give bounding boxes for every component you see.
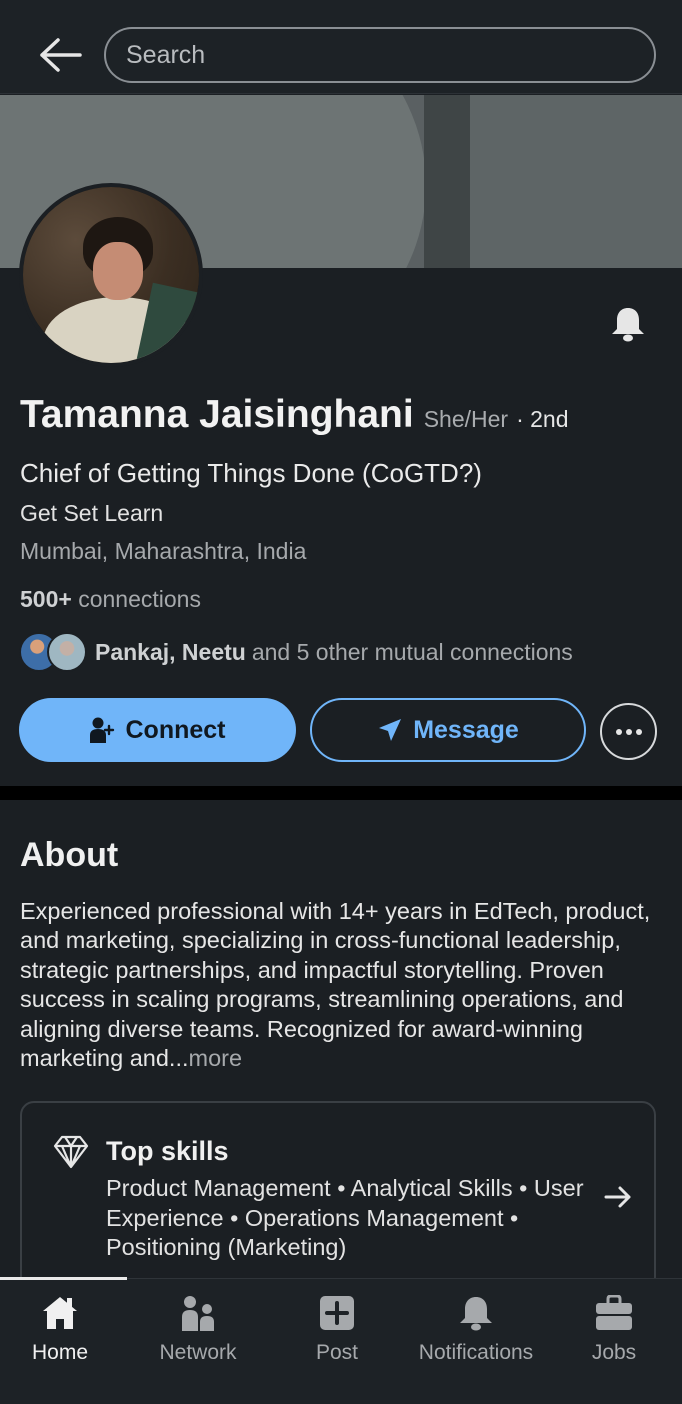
mutual-names: Pankaj, Neetu <box>95 638 246 665</box>
back-arrow-icon[interactable] <box>38 36 84 74</box>
arrow-right-icon[interactable] <box>602 1181 634 1213</box>
message-button[interactable]: Message <box>310 698 586 762</box>
notifications-icon <box>456 1293 496 1333</box>
nav-label-post: Post <box>315 1341 359 1364</box>
nav-jobs[interactable]: Jobs <box>546 1279 682 1379</box>
connect-button[interactable]: Connect <box>19 698 296 762</box>
connection-degree: · 2nd <box>516 406 569 432</box>
search-input[interactable] <box>104 27 656 83</box>
nav-post[interactable]: Post <box>269 1279 405 1379</box>
more-options-button[interactable] <box>600 703 657 760</box>
profile-name: Tamanna Jaisinghani <box>20 393 414 436</box>
profile-location: Mumbai, Maharashtra, India <box>20 538 307 564</box>
top-skills-card[interactable]: Top skills Product Management • Analytic… <box>20 1101 656 1291</box>
profile-company[interactable]: Get Set Learn <box>20 500 163 527</box>
connections-label: connections <box>78 586 201 612</box>
name-row: Tamanna Jaisinghani She/Her · 2nd <box>20 393 569 443</box>
ellipsis-icon <box>615 728 642 735</box>
section-divider <box>0 786 682 800</box>
profile-pronouns: She/Her <box>423 406 509 432</box>
nav-notifications[interactable]: Notifications <box>408 1279 544 1379</box>
mutual-connections[interactable]: Pankaj, Neetu and 5 other mutual connect… <box>19 630 573 674</box>
jobs-icon <box>594 1293 634 1333</box>
add-person-icon <box>89 716 116 744</box>
post-icon <box>317 1293 357 1333</box>
connections-count[interactable]: 500+ connections <box>20 586 201 613</box>
profile-headline: Chief of Getting Things Done (CoGTD?) <box>20 458 482 488</box>
mutual-avatar <box>47 632 87 672</box>
top-skills-list: Product Management • Analytical Skills •… <box>106 1175 584 1260</box>
nav-label-home: Home <box>31 1341 89 1364</box>
nav-home[interactable]: Home <box>0 1279 128 1379</box>
about-text: Experienced professional with 14+ years … <box>20 897 670 1073</box>
home-icon <box>40 1293 80 1333</box>
profile-avatar[interactable] <box>19 183 203 367</box>
connect-label: Connect <box>125 715 226 744</box>
nav-label-network: Network <box>159 1341 237 1364</box>
diamond-icon <box>52 1133 90 1171</box>
nav-network[interactable]: Network <box>130 1279 266 1379</box>
about-more-link[interactable]: more <box>189 1045 243 1071</box>
follow-bell-icon[interactable] <box>609 305 647 343</box>
about-title: About <box>20 836 119 874</box>
about-body: Experienced professional with 14+ years … <box>20 898 651 1072</box>
connections-number: 500+ <box>20 586 72 612</box>
send-icon <box>377 717 403 743</box>
bottom-nav: Home Network Post Notifications Jobs <box>0 1277 682 1404</box>
nav-label-jobs: Jobs <box>591 1341 637 1364</box>
top-bar <box>0 0 682 94</box>
nav-label-notifications: Notifications <box>418 1341 534 1364</box>
network-icon <box>178 1293 218 1333</box>
message-label: Message <box>413 715 519 744</box>
mutual-rest: and 5 other mutual connections <box>251 638 573 665</box>
top-skills-title: Top skills <box>106 1136 229 1166</box>
